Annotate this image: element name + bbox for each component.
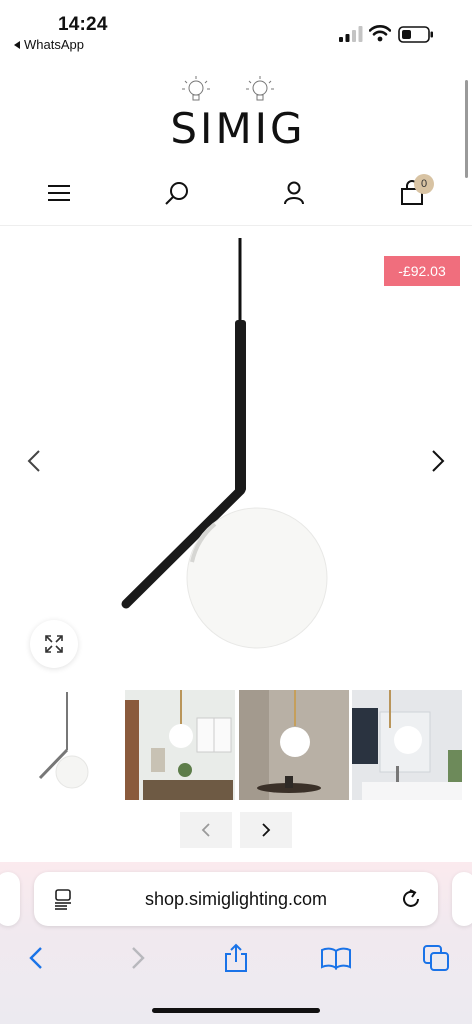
address-bar[interactable]: shop.simiglighting.com	[34, 872, 438, 926]
bathroom-thumbnail[interactable]	[352, 690, 462, 800]
forward-icon	[132, 947, 145, 969]
share-icon	[225, 943, 247, 972]
tabs-button[interactable]	[420, 942, 452, 974]
dining-room-thumbnail[interactable]	[125, 690, 235, 800]
back-button[interactable]	[20, 942, 52, 974]
signal-icon	[339, 26, 363, 42]
home-indicator	[152, 1008, 320, 1013]
bulb-icon	[246, 76, 274, 101]
search-button[interactable]	[160, 176, 194, 210]
back-to-app-link[interactable]: WhatsApp	[14, 37, 84, 52]
browser-toolbar: shop.simiglighting.com	[0, 862, 472, 1024]
bookmarks-button[interactable]	[320, 942, 352, 974]
chevron-left-icon	[201, 823, 210, 837]
status-time: 14:24	[58, 14, 108, 35]
expand-icon	[45, 635, 63, 653]
menu-icon	[48, 185, 70, 201]
thumbnail-nav	[180, 812, 294, 848]
tabs-icon	[423, 945, 449, 971]
search-icon	[165, 182, 188, 205]
zoom-button[interactable]	[30, 620, 78, 668]
discount-badge: -£92.03	[384, 256, 460, 286]
bedside-thumbnail[interactable]	[239, 690, 349, 800]
product-main-image[interactable]	[100, 232, 360, 652]
chevron-left-icon	[27, 450, 40, 472]
previous-tab-edge[interactable]	[0, 872, 20, 926]
page-menu-icon[interactable]	[54, 889, 74, 911]
account-button[interactable]	[277, 176, 311, 210]
thumbnail-next-button[interactable]	[240, 812, 292, 848]
brand-logo[interactable]: SIMIG	[160, 72, 316, 153]
share-button[interactable]	[220, 942, 252, 974]
chevron-right-icon	[262, 823, 271, 837]
back-triangle-icon	[14, 40, 20, 49]
bulb-icon	[182, 76, 210, 101]
pendant-lamp-thumbnail[interactable]	[10, 690, 120, 800]
wifi-icon	[369, 25, 391, 42]
reload-icon[interactable]	[400, 888, 422, 910]
back-icon	[29, 947, 42, 969]
chevron-right-icon	[432, 450, 445, 472]
menu-button[interactable]	[42, 176, 76, 210]
thumbnail-prev-button[interactable]	[180, 812, 232, 848]
status-bar: 14:24 WhatsApp	[0, 0, 472, 72]
gallery-prev-button[interactable]	[22, 446, 46, 476]
thumbnail-strip	[10, 690, 462, 802]
page-scroll-indicator	[465, 80, 468, 178]
next-tab-edge[interactable]	[452, 872, 472, 926]
back-app-label: WhatsApp	[24, 37, 84, 52]
logo-text: SIMIG	[170, 104, 306, 153]
forward-button[interactable]	[122, 942, 154, 974]
battery-icon	[398, 26, 433, 43]
account-icon	[284, 181, 304, 205]
url-text: shop.simiglighting.com	[144, 889, 328, 909]
bookmarks-icon	[321, 947, 351, 970]
gallery-next-button[interactable]	[426, 446, 450, 476]
site-header: SIMIG 0	[0, 72, 472, 226]
cart-count-badge: 0	[414, 174, 434, 194]
